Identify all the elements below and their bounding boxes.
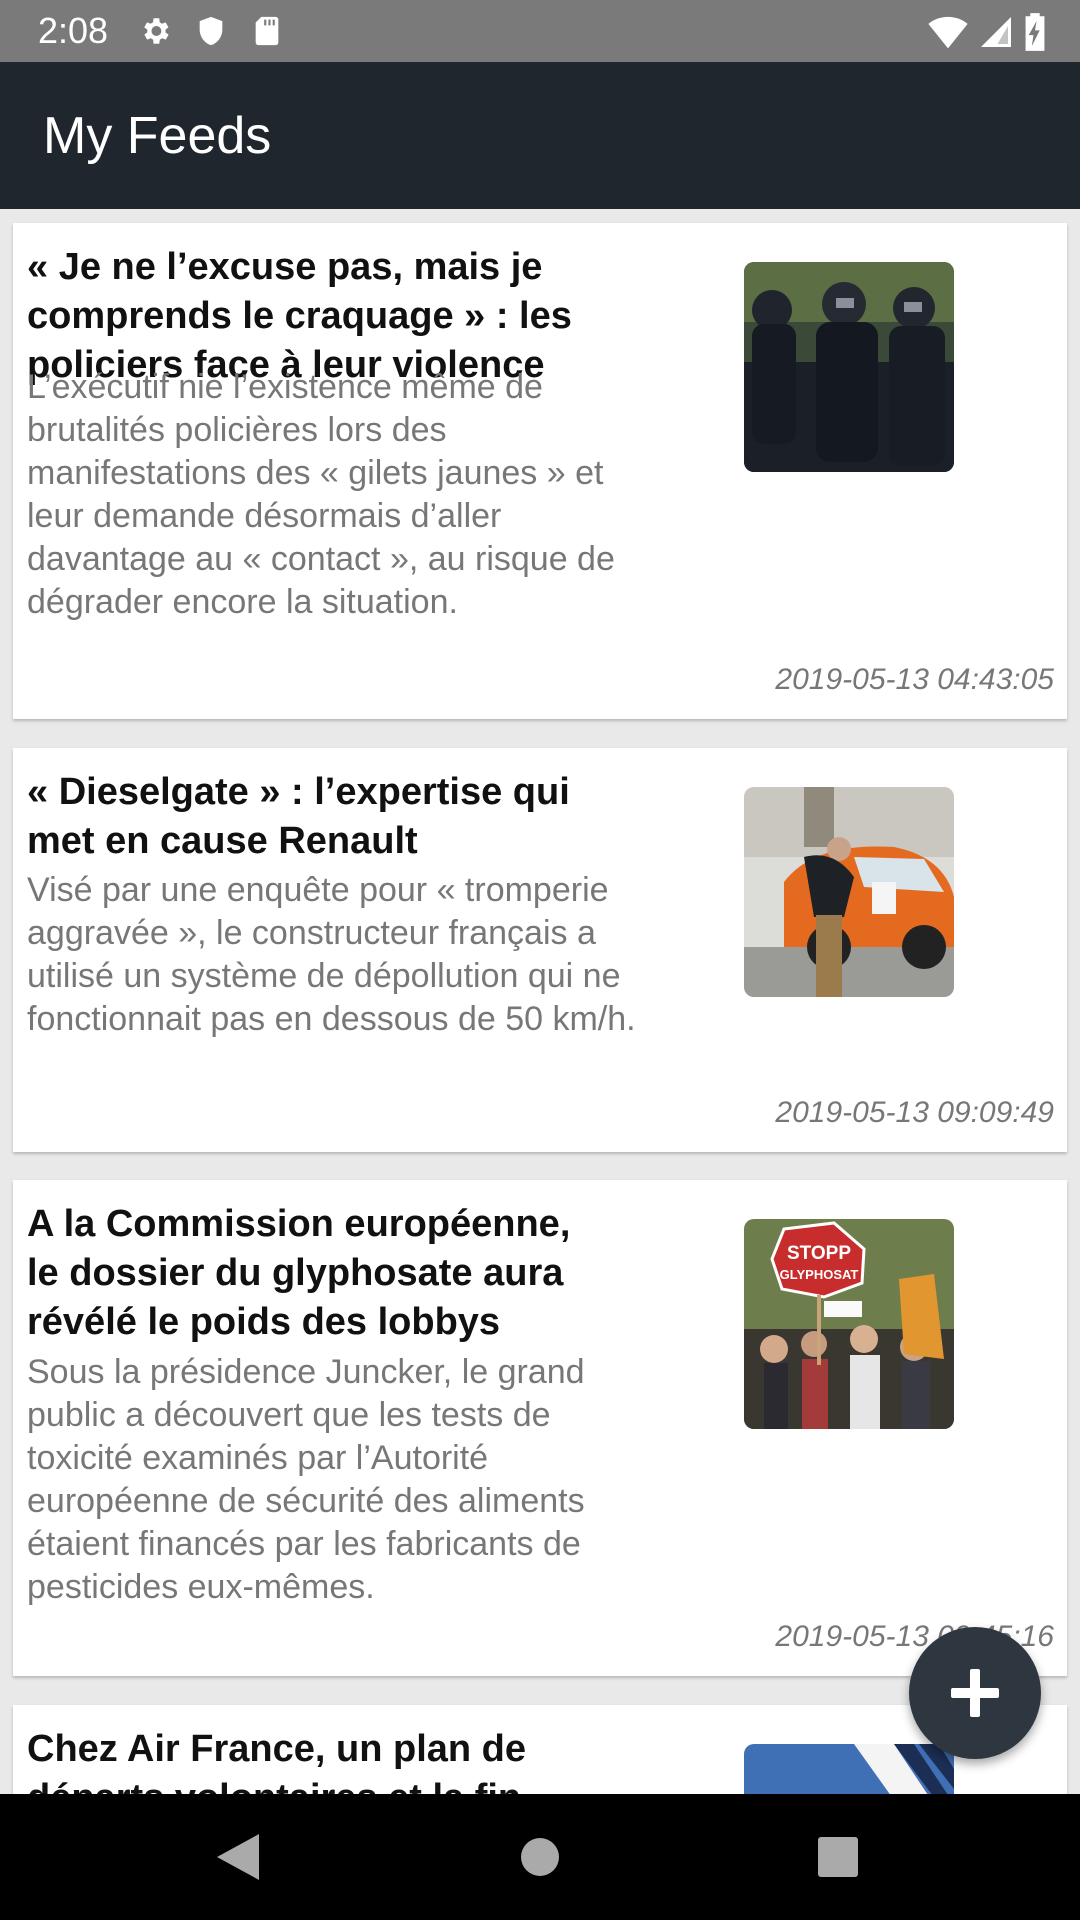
status-time: 2:08 [38,10,109,51]
status-bar: 2:08 [0,0,1080,62]
feed-thumbnail [744,262,954,472]
feed-card[interactable]: Chez Air France, un plan de départs volo… [13,1705,1067,1794]
gear-icon [144,18,169,44]
protest-sign-text: STOPP [787,1243,851,1264]
feed-title: Chez Air France, un plan de départs volo… [27,1728,527,1794]
app-bar: My Feeds [0,62,1080,209]
feed-thumbnail [744,787,954,997]
app-title: My Feeds [43,107,272,165]
feed-date: 2019-05-13 04:43:05 [775,663,1054,696]
feed-title: A la Commission européenne, le dossier d… [27,1203,571,1343]
feed-title: « Dieselgate » : l’expertise qui met en … [27,771,570,862]
feed-list[interactable]: « Je ne l’excuse pas, mais je comprends … [0,209,1080,1794]
home-icon[interactable] [520,1832,560,1882]
feed-thumbnail: STOPP GLYPHOSAT [744,1219,954,1429]
add-icon [951,1669,999,1717]
recents-icon[interactable] [818,1832,858,1882]
feed-thumbnail [744,1744,954,1794]
feed-description: Visé par une enquête pour « tromperie ag… [27,871,636,1038]
add-feed-button[interactable] [909,1627,1041,1759]
feed-date: 2019-05-13 09:09:49 [775,1096,1054,1129]
navigation-bar [0,1794,1080,1920]
feed-card[interactable]: « Je ne l’excuse pas, mais je comprends … [13,223,1067,719]
feed-description: L’exécutif nie l’existence même de bruta… [27,368,615,621]
back-icon[interactable] [215,1832,261,1882]
battery-icon [1025,13,1045,51]
sd-card-icon [255,16,279,46]
signal-icon [981,17,1011,47]
wifi-icon [928,16,968,49]
feed-card[interactable]: A la Commission européenne, le dossier d… [13,1180,1067,1676]
feed-card[interactable]: « Dieselgate » : l’expertise qui met en … [13,748,1067,1152]
shield-icon [199,16,223,46]
feed-description: Sous la présidence Juncker, le grand pub… [27,1353,585,1606]
protest-sign-text: GLYPHOSAT [780,1267,859,1282]
